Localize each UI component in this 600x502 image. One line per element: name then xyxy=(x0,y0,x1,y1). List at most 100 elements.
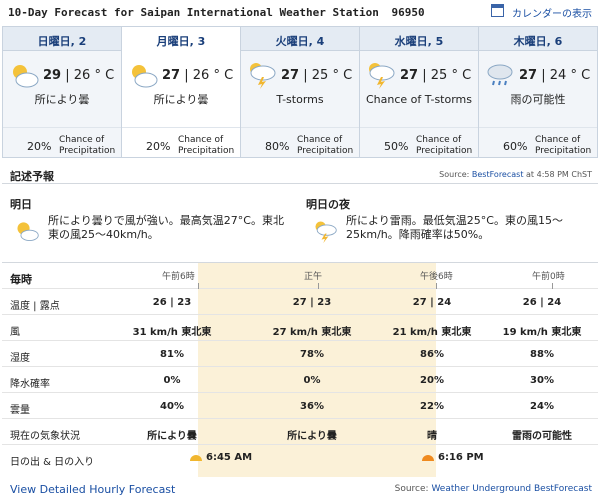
hourly-row: 風 31 km/h 東北東 27 km/h 東北東 21 km/h 東北東 19 km/… xyxy=(2,315,598,341)
hourly-title: 毎時 xyxy=(10,273,32,286)
hourly-row: 雲量 40% 36% 22% 24% xyxy=(2,393,598,419)
summary-title: 記述予報 xyxy=(10,170,54,183)
day-temps: 27 | 25 ° C xyxy=(281,68,352,83)
partly-cloudy-icon xyxy=(132,65,158,88)
hourly-cell: 所により曇 xyxy=(147,431,197,442)
hourly-cell: 81% xyxy=(160,349,184,360)
day-temps: 29 | 26 ° C xyxy=(43,68,114,83)
day-label[interactable]: 日曜日, 2 xyxy=(3,27,121,51)
hourly-cell: 雷雨の可能性 xyxy=(512,431,572,442)
day-temps: 27 | 24 ° C xyxy=(519,68,590,83)
day-temps: 27 | 25 ° C xyxy=(400,68,471,83)
hourly-row: 湿度 81% 78% 86% 88% xyxy=(2,341,598,367)
time-label: 午前0時 xyxy=(532,272,565,282)
temp-separator: | xyxy=(184,68,189,83)
sunrise-icon xyxy=(190,455,202,461)
row-label: 風 xyxy=(10,327,20,338)
precip-label: Chance of Precipitation xyxy=(59,135,116,156)
precip-pct: 20% xyxy=(27,140,52,153)
summary-source: Source: BestForecast at 4:58 PM ChST xyxy=(439,170,592,179)
row-label: 温度 | 露点 xyxy=(10,301,60,312)
day-tile[interactable]: 水曜日, 5 27 | 25 ° C Chance of T-storms 50% Ch… xyxy=(360,27,479,157)
time-label: 午前6時 xyxy=(162,272,195,282)
thunderstorm-icon xyxy=(250,63,276,89)
day-condition: 所により曇 xyxy=(34,93,90,106)
summary-header: 記述予報 Source: BestForecast at 4:58 PM ChS… xyxy=(2,164,598,184)
hourly-cell: 26 | 23 xyxy=(152,297,192,308)
weather-underground-link[interactable]: Weather Underground BestForecast xyxy=(431,484,592,494)
day-tile[interactable]: 月曜日, 3 27 | 26 ° C 所により曇 20% Chance of Preci… xyxy=(122,27,241,157)
hourly-cell: 0% xyxy=(163,375,181,386)
partly-cloudy-icon xyxy=(17,222,39,241)
tomorrow-night-forecast-text: 所により雷雨。最低気温25°C。東の風15〜25km/h。降雨確率は50%。 xyxy=(346,214,563,241)
low-temp: 26 ° C xyxy=(192,68,234,83)
time-label: 午後6時 xyxy=(420,272,453,282)
hourly-row: 降水確率 0% 0% 20% 30% xyxy=(2,367,598,393)
high-temp: 29 xyxy=(43,68,62,83)
hourly-cell: 31 km/h 東北東 xyxy=(132,327,212,338)
rain-icon xyxy=(487,64,513,86)
hourly-row: 現在の気象状況 所により曇 所により曇晴雷雨の可能性 xyxy=(2,419,598,445)
day-tile[interactable]: 日曜日, 2 29 | 26 ° C 所により曇 20% Chance of Preci… xyxy=(3,27,122,157)
row-label: 降水確率 xyxy=(10,379,50,390)
low-temp: 24 ° C xyxy=(549,68,591,83)
time-label: 正午 xyxy=(304,272,323,282)
hourly-forecast-table: 毎時 午前6時 正午 午後6時 午前0時 温度 | 露点 26 | 23 27 | … xyxy=(2,262,598,477)
hourly-cell: 30% xyxy=(530,375,554,386)
temp-separator: | xyxy=(422,68,427,83)
day-tile[interactable]: 木曜日, 6 27 | 24 ° C 雨の可能性 60% Chance of Preci… xyxy=(479,27,597,157)
page-title: 10-Day Forecast for Saipan International… xyxy=(8,6,425,19)
day-forecast-strip: 日曜日, 2 29 | 26 ° C 所により曇 20% Chance of Preci… xyxy=(2,26,598,158)
hourly-row: 温度 | 露点 26 | 23 27 | 23 27 | 24 26 | 24 xyxy=(2,289,598,315)
low-temp: 25 ° C xyxy=(430,68,472,83)
low-temp: 25 ° C xyxy=(311,68,353,83)
day-temps: 27 | 26 ° C xyxy=(162,68,233,83)
source-prefix: Source: xyxy=(439,170,470,179)
precip-pct: 80% xyxy=(265,140,290,153)
sun-row: 日の出 & 日の入り 6:45 AM 6:16 PM xyxy=(2,445,598,471)
high-temp: 27 xyxy=(281,68,300,83)
precip-pct: 50% xyxy=(384,140,409,153)
footer-source: Source: Weather Underground BestForecast xyxy=(395,484,592,494)
day-label[interactable]: 木曜日, 6 xyxy=(479,27,597,51)
thunderstorm-icon xyxy=(315,221,337,244)
day-condition: 所により曇 xyxy=(153,93,209,106)
hourly-header-row: 毎時 午前6時 正午 午後6時 午前0時 xyxy=(2,263,598,289)
calendar-icon[interactable] xyxy=(491,4,504,17)
precip-label: Chance of Precipitation xyxy=(297,135,354,156)
bestforecast-link[interactable]: BestForecast xyxy=(472,170,524,179)
sunset-time: 6:16 PM xyxy=(438,452,484,463)
day-label[interactable]: 水曜日, 5 xyxy=(360,27,478,51)
high-temp: 27 xyxy=(400,68,419,83)
precip-row: 20% Chance of Precipitation xyxy=(3,127,121,157)
precip-row: 50% Chance of Precipitation xyxy=(360,127,478,157)
tomorrow-forecast-text: 所により曇りで風が強い。最高気温27°C。東北東の風25〜40km/h。 xyxy=(48,214,284,241)
day-condition: Chance of T-storms xyxy=(365,93,472,106)
precip-row: 60% Chance of Precipitation xyxy=(479,127,597,157)
precip-row: 80% Chance of Precipitation xyxy=(241,127,359,157)
row-label: 湿度 xyxy=(10,353,30,364)
calendar-view-link[interactable]: カレンダーの表示 xyxy=(512,5,592,20)
day-label[interactable]: 火曜日, 4 xyxy=(241,27,359,51)
hourly-cell: 40% xyxy=(160,401,184,412)
sun-label: 日の出 & 日の入り xyxy=(10,457,95,468)
temp-separator: | xyxy=(541,68,546,83)
sunset-icon xyxy=(422,455,434,461)
high-temp: 27 xyxy=(519,68,538,83)
day-label[interactable]: 月曜日, 3 xyxy=(122,27,240,51)
footer-source-prefix: Source: xyxy=(394,484,429,494)
day-tile[interactable]: 火曜日, 4 27 | 25 ° C T-storms 80% Chance of Pr… xyxy=(241,27,360,157)
tomorrow-title: 明日 xyxy=(10,198,32,211)
precip-label: Chance of Precipitation xyxy=(178,135,235,156)
precip-row: 20% Chance of Precipitation xyxy=(122,127,240,157)
day-condition: T-storms xyxy=(276,93,324,106)
detailed-hourly-forecast-link[interactable]: View Detailed Hourly Forecast xyxy=(10,483,175,496)
precip-pct: 20% xyxy=(146,140,171,153)
precip-label: Chance of Precipitation xyxy=(535,135,592,156)
high-temp: 27 xyxy=(162,68,181,83)
row-label: 雲量 xyxy=(10,405,30,416)
precip-label: Chance of Precipitation xyxy=(416,135,473,156)
hourly-cell: 19 km/h 東北東 xyxy=(502,327,582,338)
hourly-cell: 88% xyxy=(530,349,554,360)
low-temp: 26 ° C xyxy=(73,68,115,83)
